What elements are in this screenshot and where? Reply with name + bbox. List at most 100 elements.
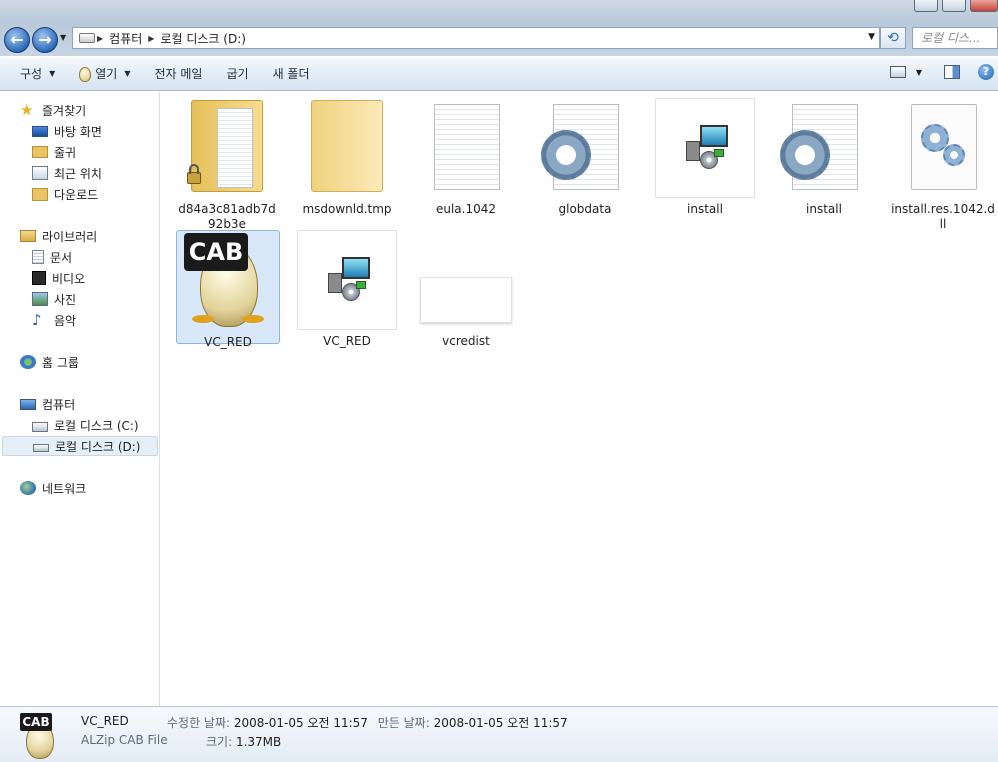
computer-icon — [20, 398, 36, 410]
file-item[interactable]: eula.1042 — [414, 98, 518, 217]
nav-network[interactable]: 네트워크 — [20, 478, 86, 498]
document-icon — [32, 250, 44, 264]
system-drive-icon — [32, 422, 48, 432]
breadcrumb-chevron-icon[interactable]: ▶ — [148, 34, 154, 43]
nav-documents-label: 문서 — [50, 250, 73, 265]
file-item[interactable]: globdata — [533, 98, 637, 217]
nav-music[interactable]: ♪ 음악 — [32, 310, 76, 330]
library-icon — [20, 230, 36, 242]
file-item[interactable]: msdownld.tmp — [295, 98, 399, 217]
file-item[interactable]: install — [653, 98, 757, 217]
file-item[interactable]: install — [772, 98, 876, 217]
breadcrumb-computer[interactable]: 컴퓨터 — [109, 30, 142, 47]
cab-badge: CAB — [184, 233, 248, 271]
details-created-label: 만든 날짜: — [377, 716, 430, 730]
preview-pane-icon[interactable] — [944, 65, 960, 79]
picture-icon — [32, 292, 48, 306]
nav-videos[interactable]: 비디오 — [32, 268, 85, 288]
address-dropdown-icon[interactable]: ▼ — [868, 32, 875, 42]
open-label: 열기 — [95, 67, 118, 81]
nav-network-label: 네트워크 — [42, 481, 87, 496]
nav-drive-c[interactable]: 로컬 디스크 (C:) — [32, 415, 139, 435]
close-button[interactable] — [970, 0, 998, 12]
file-name: d84a3c81adb7d92b3e — [178, 202, 276, 231]
forward-button[interactable]: → — [32, 27, 58, 53]
nav-music-label: 음악 — [54, 313, 77, 328]
drive-icon — [79, 33, 95, 43]
file-name: VC_RED — [204, 335, 252, 349]
alzip-egg-icon — [79, 66, 92, 82]
details-file-name: VC_RED — [81, 714, 129, 728]
organize-label: 구성 — [20, 67, 43, 81]
network-icon — [20, 481, 36, 495]
details-size-value: 1.37MB — [235, 735, 282, 749]
cab-archive-icon: CAB — [178, 231, 278, 331]
burn-label: 굽기 — [226, 67, 249, 81]
folder-icon — [297, 98, 397, 198]
navigation-pane: ★ 즐겨찾기 바탕 화면 줄귀 최근 위치 다운로드 라이브러리 문서 비디오 … — [0, 92, 160, 706]
organize-button[interactable]: 구성 ▼ — [8, 62, 67, 86]
maximize-button[interactable] — [942, 0, 966, 12]
nav-homegroup-label: 홈 그룹 — [42, 355, 79, 370]
minimize-button[interactable] — [914, 0, 938, 12]
address-bar[interactable]: ▶ 컴퓨터 ▶ 로컬 디스크 (D:) ▼ — [72, 27, 880, 49]
details-modified-value: 2008-01-05 오전 11:57 — [233, 716, 368, 730]
file-item-selected[interactable]: CAB VC_RED — [176, 230, 280, 349]
cab-archive-icon: CAB — [18, 713, 62, 759]
nav-favorites-label: 즐겨찾기 — [42, 103, 87, 118]
file-name: install.res.1042.dll — [891, 202, 995, 231]
nav-pictures[interactable]: 사진 — [32, 289, 76, 309]
nav-drive-d[interactable]: 로컬 디스크 (D:) — [2, 436, 158, 456]
nav-homegroup[interactable]: 홈 그룹 — [20, 352, 79, 372]
back-button[interactable]: ← — [4, 27, 30, 53]
refresh-button[interactable]: ⟲ — [880, 27, 906, 49]
view-options-icon[interactable] — [889, 66, 906, 78]
nav-favorites[interactable]: ★ 즐겨찾기 — [20, 100, 86, 120]
open-button[interactable]: 열기 ▼ — [67, 62, 142, 86]
file-item[interactable]: VC_RED — [295, 230, 399, 349]
file-item[interactable]: install.res.1042.dll — [891, 98, 995, 232]
installer-icon — [655, 98, 755, 198]
nav-documents[interactable]: 문서 — [32, 247, 72, 267]
history-dropdown-icon[interactable]: ▼ — [60, 33, 70, 43]
nav-computer-label: 컴퓨터 — [42, 397, 76, 412]
drive-icon — [33, 444, 49, 452]
chevron-down-icon: ▼ — [124, 69, 131, 78]
burn-button[interactable]: 굽기 — [214, 62, 260, 86]
nav-drive-c-label: 로컬 디스크 (C:) — [54, 418, 139, 433]
downloads-folder-icon — [32, 187, 48, 201]
help-icon[interactable]: ? — [978, 64, 994, 80]
nav-downloads[interactable]: 다운로드 — [32, 184, 98, 204]
command-bar: 구성 ▼ 열기 ▼ 전자 메일 굽기 새 폴더 ▼ ? — [0, 58, 998, 91]
installer-icon — [297, 230, 397, 330]
file-item[interactable]: d84a3c81adb7d92b3e — [175, 98, 279, 232]
nav-computer[interactable]: 컴퓨터 — [20, 394, 75, 414]
nav-recent[interactable]: 최근 위치 — [32, 163, 102, 183]
nav-pictures-label: 사진 — [54, 292, 77, 307]
blank-file-icon — [416, 230, 516, 330]
folder-icon — [32, 146, 48, 158]
breadcrumb-chevron-icon[interactable]: ▶ — [97, 34, 103, 43]
details-file-type: ALZip CAB File — [81, 733, 168, 747]
nav-downloads-short[interactable]: 줄귀 — [32, 142, 76, 162]
homegroup-icon — [20, 355, 36, 369]
file-name: VC_RED — [323, 334, 371, 348]
details-pane: CAB VC_RED ALZip CAB File 수정한 날짜: 2008-0… — [0, 706, 998, 762]
recent-places-icon — [32, 166, 48, 180]
chevron-down-icon: ▼ — [49, 69, 56, 78]
star-icon: ★ — [20, 101, 34, 119]
breadcrumb-drive-d[interactable]: 로컬 디스크 (D:) — [160, 30, 245, 47]
new-folder-button[interactable]: 새 폴더 — [261, 62, 322, 86]
nav-desktop[interactable]: 바탕 화면 — [32, 121, 102, 141]
dll-gear-icon — [893, 98, 993, 198]
file-name: install — [687, 202, 723, 216]
film-icon — [32, 271, 46, 285]
file-name: vcredist — [442, 334, 490, 348]
chevron-down-icon[interactable]: ▼ — [916, 68, 922, 77]
email-button[interactable]: 전자 메일 — [143, 62, 215, 86]
file-item[interactable]: vcredist — [414, 230, 518, 349]
nav-libraries[interactable]: 라이브러리 — [20, 226, 97, 246]
search-input[interactable]: 로컬 디스... — [912, 27, 998, 49]
gear-document-icon — [774, 98, 874, 198]
nav-libraries-label: 라이브러리 — [42, 229, 98, 244]
